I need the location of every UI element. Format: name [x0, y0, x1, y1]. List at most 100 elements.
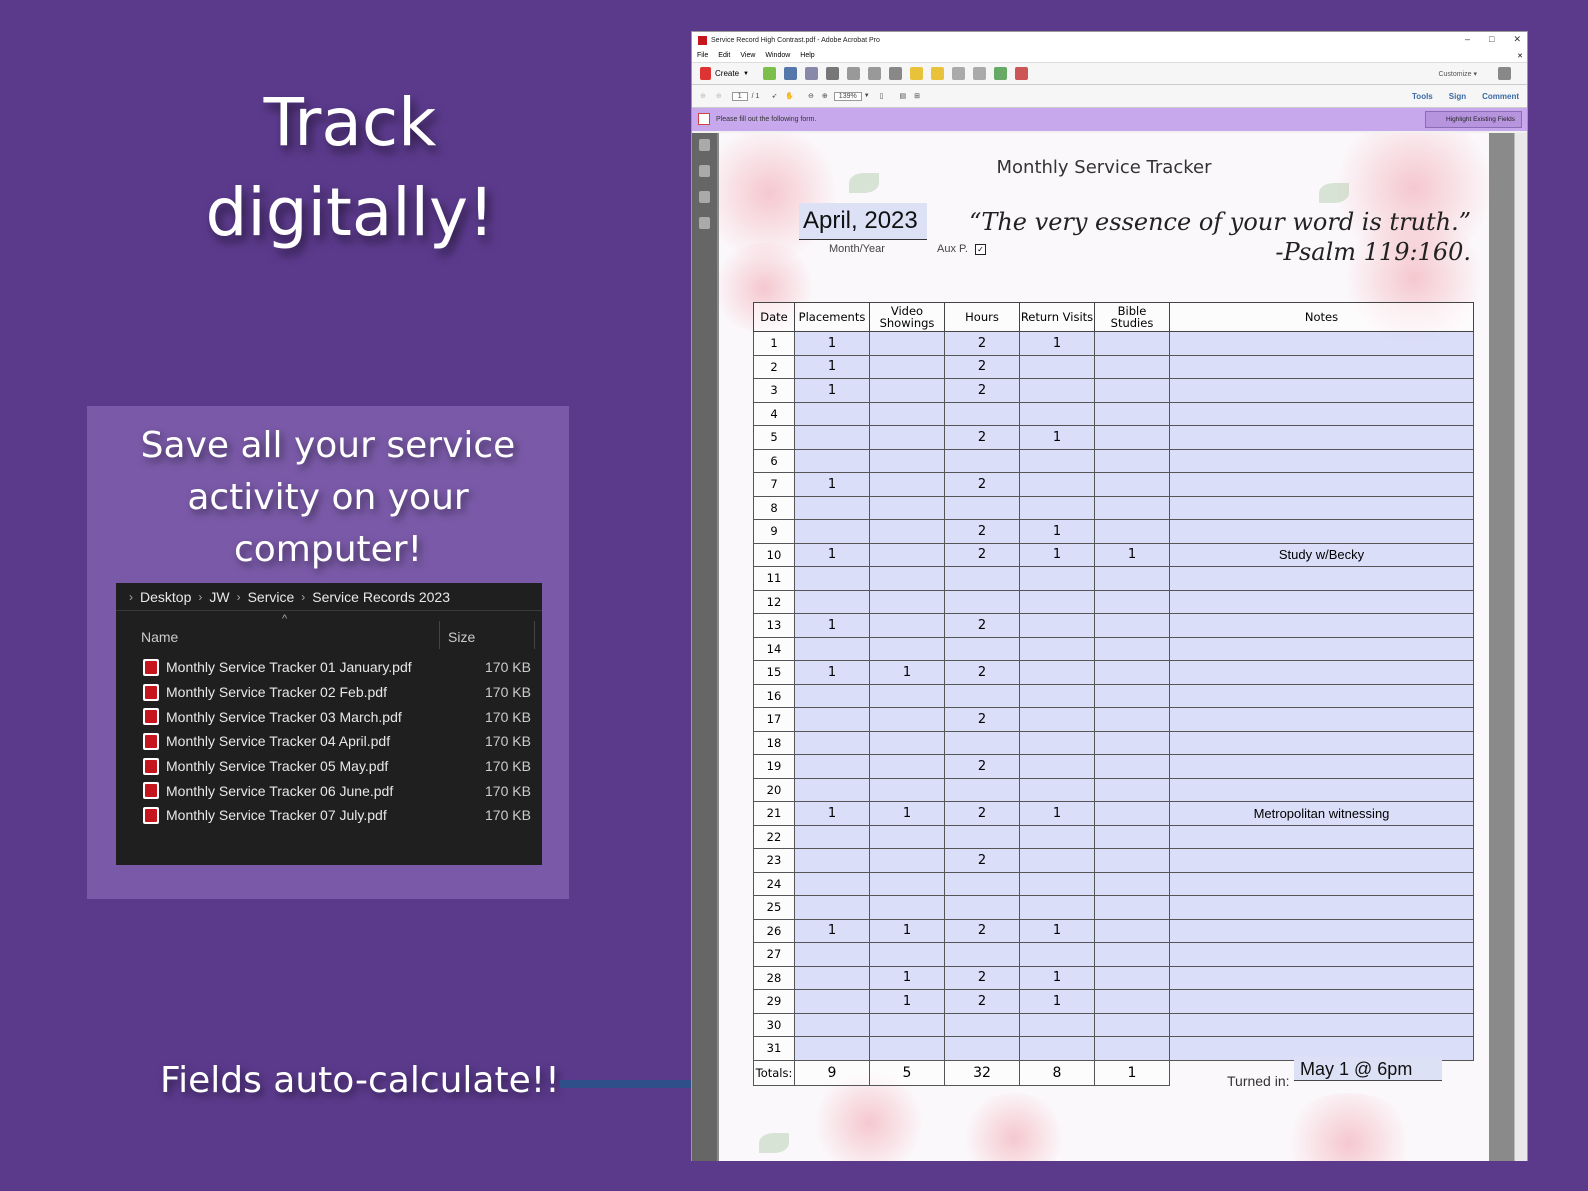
cell-notes[interactable] — [1169, 683, 1474, 708]
cell-notes[interactable] — [1169, 871, 1474, 896]
cell-hours[interactable] — [944, 1036, 1020, 1061]
cell-notes[interactable] — [1169, 354, 1474, 379]
cell-return-visits[interactable] — [1019, 495, 1095, 520]
cell-bible-studies[interactable] — [1094, 942, 1170, 967]
cell-notes[interactable] — [1169, 989, 1474, 1014]
cell-video-showings[interactable] — [869, 895, 945, 920]
cell-return-visits[interactable] — [1019, 401, 1095, 426]
cell-hours[interactable]: 2 — [944, 613, 1020, 638]
cell-placements[interactable]: 1 — [794, 542, 870, 567]
cell-placements[interactable] — [794, 730, 870, 755]
cell-return-visits[interactable]: 1 — [1019, 918, 1095, 943]
cell-bible-studies[interactable] — [1094, 871, 1170, 896]
breadcrumb-service[interactable]: Service — [248, 589, 295, 605]
cell-bible-studies[interactable] — [1094, 495, 1170, 520]
cell-placements[interactable]: 1 — [794, 354, 870, 379]
file-row[interactable]: Monthly Service Tracker 02 Feb.pdf 170 KB — [116, 680, 542, 705]
cell-placements[interactable]: 1 — [794, 472, 870, 497]
cell-placements[interactable] — [794, 636, 870, 661]
cell-hours[interactable]: 2 — [944, 519, 1020, 544]
cell-return-visits[interactable] — [1019, 378, 1095, 403]
cell-return-visits[interactable] — [1019, 613, 1095, 638]
cell-return-visits[interactable] — [1019, 777, 1095, 802]
cell-video-showings[interactable] — [869, 589, 945, 614]
cell-hours[interactable] — [944, 566, 1020, 591]
cell-hours[interactable]: 2 — [944, 918, 1020, 943]
cell-placements[interactable] — [794, 777, 870, 802]
cell-notes[interactable] — [1169, 707, 1474, 732]
scroll-mode-icon[interactable]: ▤ — [900, 92, 907, 100]
cell-video-showings[interactable] — [869, 613, 945, 638]
cell-hours[interactable]: 2 — [944, 354, 1020, 379]
breadcrumb-service-records[interactable]: Service Records 2023 — [312, 589, 450, 605]
cell-placements[interactable]: 1 — [794, 660, 870, 685]
cell-video-showings[interactable] — [869, 730, 945, 755]
cell-placements[interactable] — [794, 495, 870, 520]
cell-notes[interactable] — [1169, 636, 1474, 661]
breadcrumb-jw[interactable]: JW — [209, 589, 229, 605]
cell-bible-studies[interactable] — [1094, 730, 1170, 755]
cell-notes[interactable] — [1169, 613, 1474, 638]
cell-return-visits[interactable] — [1019, 754, 1095, 779]
cell-bible-studies[interactable] — [1094, 331, 1170, 356]
cell-return-visits[interactable] — [1019, 848, 1095, 873]
cell-hours[interactable]: 2 — [944, 989, 1020, 1014]
cell-bible-studies[interactable] — [1094, 660, 1170, 685]
print-icon[interactable] — [825, 67, 839, 80]
edit-icon[interactable] — [846, 67, 860, 80]
cell-hours[interactable] — [944, 495, 1020, 520]
cell-placements[interactable] — [794, 1012, 870, 1037]
cell-placements[interactable] — [794, 824, 870, 849]
cell-placements[interactable] — [794, 965, 870, 990]
cell-return-visits[interactable] — [1019, 636, 1095, 661]
cell-placements[interactable] — [794, 942, 870, 967]
cell-bible-studies[interactable] — [1094, 918, 1170, 943]
fit-page-icon[interactable]: ▯ — [880, 92, 884, 100]
cell-video-showings[interactable] — [869, 495, 945, 520]
cell-notes[interactable] — [1169, 495, 1474, 520]
cell-placements[interactable]: 1 — [794, 378, 870, 403]
cell-notes[interactable] — [1169, 754, 1474, 779]
cell-placements[interactable] — [794, 448, 870, 473]
menu-help[interactable]: Help — [800, 52, 814, 59]
cell-video-showings[interactable]: 1 — [869, 660, 945, 685]
cell-hours[interactable]: 2 — [944, 542, 1020, 567]
cell-video-showings[interactable]: 1 — [869, 801, 945, 826]
cell-notes[interactable] — [1169, 331, 1474, 356]
cell-notes[interactable] — [1169, 848, 1474, 873]
cell-bible-studies[interactable] — [1094, 683, 1170, 708]
cell-video-showings[interactable] — [869, 1036, 945, 1061]
cell-hours[interactable]: 2 — [944, 801, 1020, 826]
cell-hours[interactable]: 2 — [944, 425, 1020, 450]
minimize-icon[interactable]: – — [1465, 34, 1470, 45]
month-year-field[interactable]: April, 2023 — [799, 203, 927, 239]
cell-bible-studies[interactable] — [1094, 707, 1170, 732]
cell-return-visits[interactable] — [1019, 660, 1095, 685]
cell-video-showings[interactable] — [869, 824, 945, 849]
combine-icon[interactable] — [972, 67, 986, 80]
cell-video-showings[interactable]: 1 — [869, 989, 945, 1014]
cell-bible-studies[interactable] — [1094, 589, 1170, 614]
cell-return-visits[interactable]: 1 — [1019, 989, 1095, 1014]
cell-notes[interactable] — [1169, 566, 1474, 591]
cell-hours[interactable] — [944, 448, 1020, 473]
cell-hours[interactable]: 2 — [944, 848, 1020, 873]
page-thumbnails-icon[interactable] — [699, 139, 710, 151]
cell-notes[interactable] — [1169, 401, 1474, 426]
cell-video-showings[interactable] — [869, 707, 945, 732]
comment-icon[interactable] — [909, 67, 923, 80]
highlight-icon[interactable] — [930, 67, 944, 80]
cell-return-visits[interactable] — [1019, 824, 1095, 849]
cell-video-showings[interactable] — [869, 942, 945, 967]
settings-icon[interactable] — [888, 67, 902, 80]
cell-hours[interactable] — [944, 730, 1020, 755]
create-button[interactable]: Create — [715, 69, 739, 78]
cell-return-visits[interactable] — [1019, 730, 1095, 755]
cell-hours[interactable]: 2 — [944, 331, 1020, 356]
menu-edit[interactable]: Edit — [718, 52, 730, 59]
cell-placements[interactable] — [794, 707, 870, 732]
comment-tab[interactable]: Comment — [1482, 92, 1519, 101]
cell-placements[interactable]: 1 — [794, 331, 870, 356]
cell-notes[interactable] — [1169, 660, 1474, 685]
cell-bible-studies[interactable] — [1094, 425, 1170, 450]
